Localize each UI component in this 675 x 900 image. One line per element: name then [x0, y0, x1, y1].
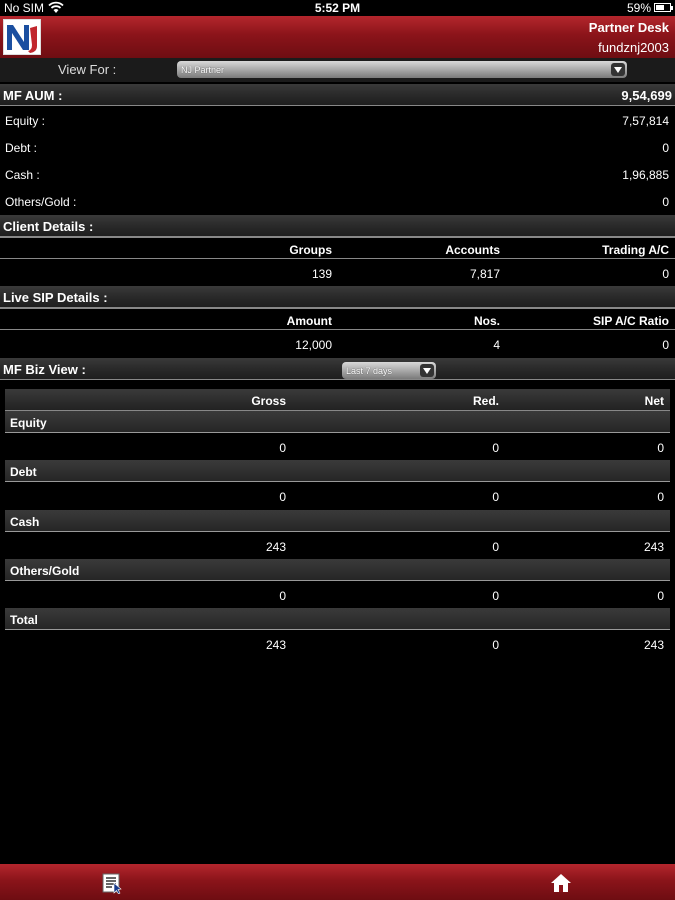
mf-biz-label: MF Biz View : [3, 362, 86, 377]
biz-category-label: Total [10, 613, 38, 627]
aum-row-equity: Equity : 7,57,814 [0, 108, 675, 134]
mf-aum-header: MF AUM : 9,54,699 [0, 84, 675, 106]
biz-category-label: Debt [10, 465, 37, 479]
column-header-amount: Amount [286, 314, 332, 328]
battery-percent: 59% [626, 1, 651, 15]
aum-row-value: 7,57,814 [622, 114, 669, 128]
biz-category-cash: Cash [5, 510, 670, 532]
nos-value: 4 [493, 338, 500, 352]
home-icon[interactable] [550, 872, 572, 894]
live-sip-label: Live SIP Details : [3, 290, 108, 305]
groups-value: 139 [311, 267, 332, 281]
report-icon[interactable] [101, 872, 123, 894]
biz-values-equity: 0 0 0 [5, 435, 670, 461]
biz-columns: Gross Red. Net [5, 389, 670, 411]
mf-aum-label: MF AUM : [3, 88, 63, 103]
aum-row-value: 1,96,885 [622, 168, 669, 182]
aum-row-label: Debt : [5, 141, 38, 155]
chevron-down-icon [611, 63, 625, 76]
biz-values-others: 0 0 0 [5, 583, 670, 609]
amount-value: 12,000 [295, 338, 332, 352]
aum-row-debt: Debt : 0 [0, 135, 675, 161]
red-value: 0 [492, 441, 499, 455]
sip-ratio-value: 0 [662, 338, 669, 352]
biz-period-value: Last 7 days [346, 366, 393, 376]
biz-category-label: Cash [10, 515, 40, 529]
net-value: 243 [643, 638, 664, 652]
aum-row-label: Equity : [5, 114, 46, 128]
column-header-net: Net [644, 394, 664, 408]
mf-aum-total: 9,54,699 [621, 88, 672, 103]
net-value: 0 [657, 490, 664, 504]
trading-value: 0 [662, 267, 669, 281]
aum-row-label: Others/Gold : [5, 195, 77, 209]
live-sip-columns: Amount Nos. SIP A/C Ratio [0, 308, 675, 330]
gross-value: 243 [265, 540, 286, 554]
aum-row-value: 0 [662, 141, 669, 155]
client-details-columns: Groups Accounts Trading A/C [0, 237, 675, 259]
username-label: fundznj2003 [598, 40, 669, 55]
gross-value: 0 [279, 441, 286, 455]
app-header: Partner Desk fundznj2003 [0, 16, 675, 58]
column-header-trading: Trading A/C [602, 243, 669, 257]
biz-category-others: Others/Gold [5, 559, 670, 581]
status-bar: No SIM 5:52 PM 59% [0, 0, 675, 16]
column-header-accounts: Accounts [445, 243, 500, 257]
aum-row-cash: Cash : 1,96,885 [0, 162, 675, 188]
page-title: Partner Desk [588, 20, 669, 35]
biz-values-total: 243 0 243 [5, 632, 670, 658]
column-header-red: Red. [472, 394, 499, 408]
gross-value: 243 [265, 638, 286, 652]
column-header-sip-ratio: SIP A/C Ratio [592, 314, 669, 328]
net-value: 0 [657, 441, 664, 455]
view-for-row: View For : NJ Partner [0, 58, 675, 82]
live-sip-values: 12,000 4 0 [0, 332, 675, 354]
accounts-value: 7,817 [469, 267, 500, 281]
biz-category-label: Others/Gold [10, 564, 80, 578]
aum-row-label: Cash : [5, 168, 40, 182]
aum-row-value: 0 [662, 195, 669, 209]
mf-biz-header: MF Biz View : [0, 358, 675, 380]
red-value: 0 [492, 638, 499, 652]
biz-period-select[interactable]: Last 7 days [342, 362, 436, 379]
view-for-select[interactable]: NJ Partner [177, 61, 627, 78]
net-value: 243 [643, 540, 664, 554]
client-details-label: Client Details : [3, 219, 94, 234]
gross-value: 0 [279, 490, 286, 504]
view-for-value: NJ Partner [181, 65, 225, 75]
biz-category-equity: Equity [5, 411, 670, 433]
biz-values-debt: 0 0 0 [5, 484, 670, 510]
live-sip-header: Live SIP Details : [0, 286, 675, 308]
client-details-values: 139 7,817 0 [0, 261, 675, 283]
net-value: 0 [657, 589, 664, 603]
column-header-gross: Gross [251, 394, 286, 408]
gross-value: 0 [279, 589, 286, 603]
column-header-groups: Groups [289, 243, 332, 257]
clock: 5:52 PM [314, 1, 361, 15]
biz-values-cash: 243 0 243 [5, 534, 670, 560]
red-value: 0 [492, 490, 499, 504]
bottom-toolbar [0, 864, 675, 900]
red-value: 0 [492, 589, 499, 603]
biz-category-debt: Debt [5, 460, 670, 482]
battery-icon [654, 3, 673, 12]
biz-category-label: Equity [10, 416, 47, 430]
biz-category-total: Total [5, 608, 670, 630]
chevron-down-icon [420, 364, 434, 377]
view-for-label: View For : [58, 62, 117, 77]
column-header-nos: Nos. [473, 314, 500, 328]
client-details-header: Client Details : [0, 215, 675, 237]
nj-logo-icon[interactable] [3, 19, 41, 55]
aum-row-others: Others/Gold : 0 [0, 189, 675, 215]
red-value: 0 [492, 540, 499, 554]
